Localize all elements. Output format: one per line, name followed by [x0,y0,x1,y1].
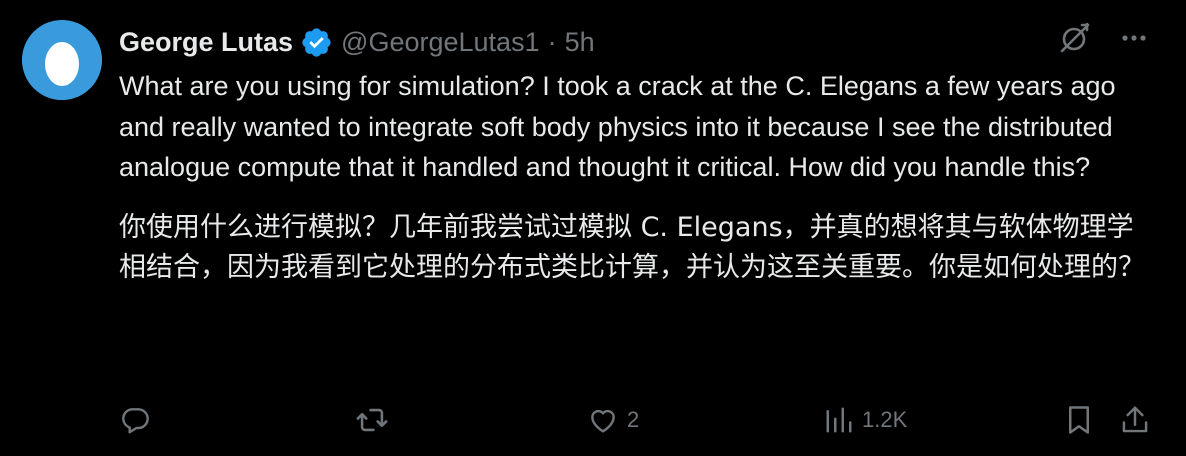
reply-button[interactable] [119,398,159,442]
heart-icon [591,409,615,433]
retweet-button[interactable] [355,398,397,442]
retweet-icon [356,408,388,432]
views-button[interactable]: 1.2K [824,398,907,442]
timestamp[interactable]: 5h [565,27,595,58]
share-button[interactable] [1120,398,1150,442]
grok-icon[interactable] [1056,20,1092,56]
author-name[interactable]: George Lutas [119,27,293,58]
tweet-header: George Lutas @GeorgeLutas1 · 5h [119,22,595,62]
action-bar: 2 1.2K [119,398,1150,442]
avatar[interactable] [22,20,102,100]
views-count: 1.2K [862,407,908,432]
egg-avatar-icon [22,20,102,100]
share-icon [1122,406,1148,433]
like-button[interactable]: 2 [587,398,639,442]
tweet[interactable]: George Lutas @GeorgeLutas1 · 5h What are… [0,0,1186,456]
tweet-text-chinese: 你使用什么进行模拟？几年前我尝试过模拟 C. Elegans，并真的想将其与软体… [119,211,1145,284]
like-count: 2 [627,407,640,432]
verified-badge-icon[interactable] [300,26,333,59]
reply-icon [122,408,149,434]
more-icon[interactable] [1120,24,1148,52]
bookmark-button[interactable] [1064,398,1094,442]
author-handle[interactable]: @GeorgeLutas1 [341,27,540,58]
tweet-body: What are you using for simulation? I too… [119,66,1159,289]
views-icon [826,407,852,433]
separator: · [547,26,557,57]
bookmark-icon [1069,406,1089,434]
top-actions [1056,20,1148,56]
tweet-text-english: What are you using for simulation? I too… [119,71,1116,182]
